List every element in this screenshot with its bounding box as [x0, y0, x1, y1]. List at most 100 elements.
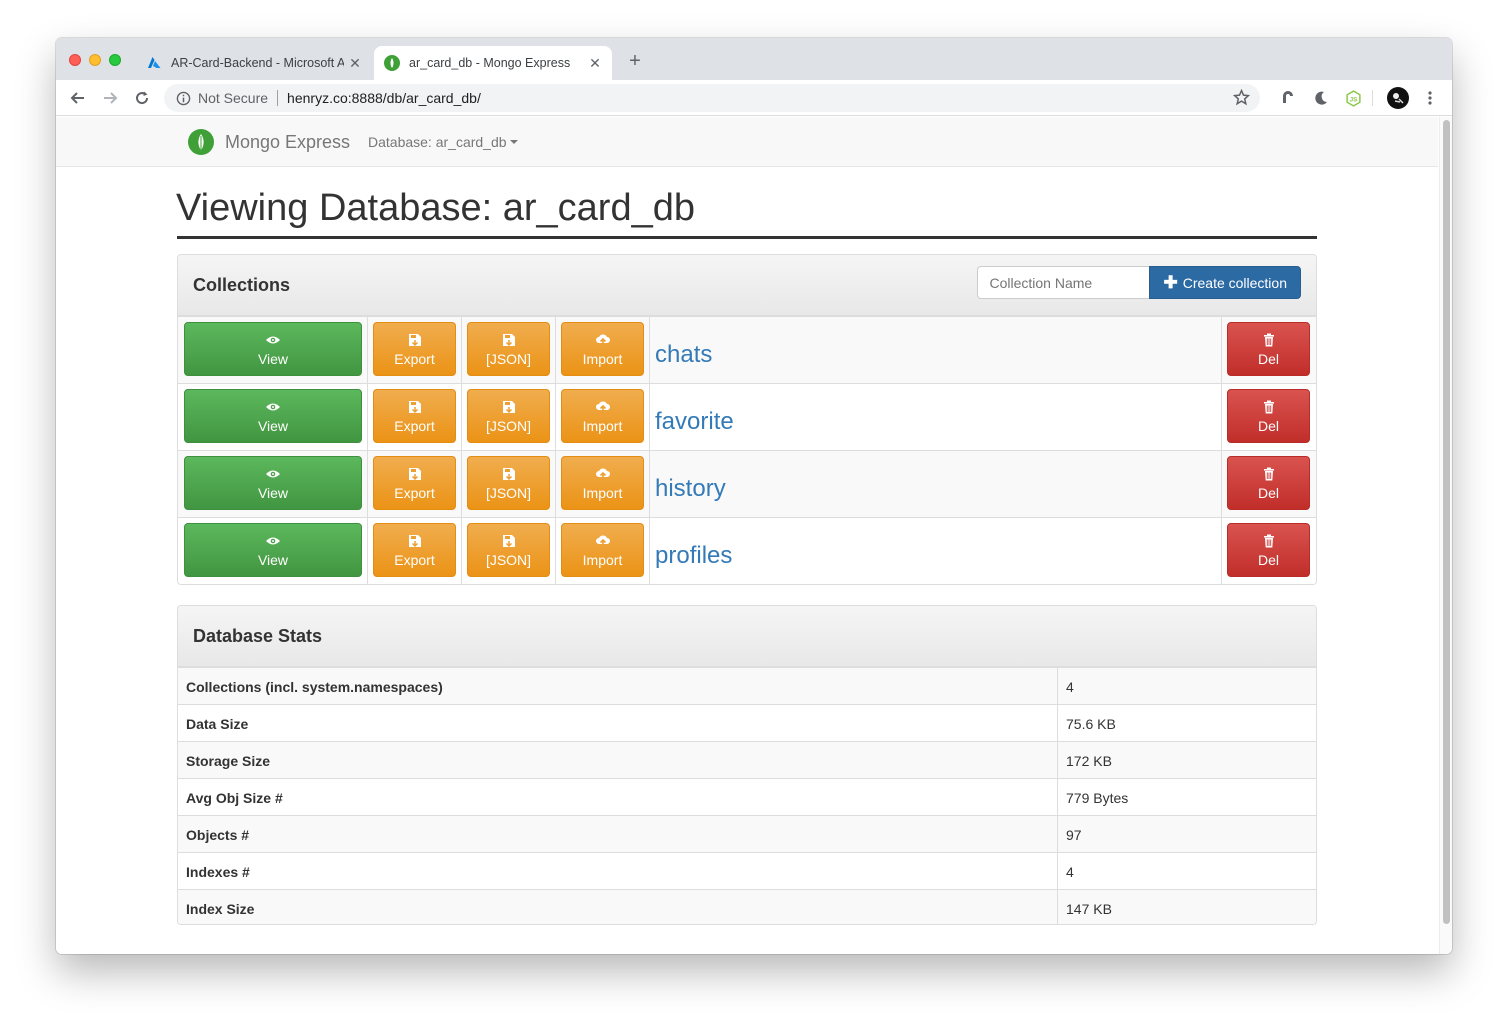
cell-divider — [649, 384, 650, 451]
tab-close-icon[interactable]: ✕ — [344, 55, 366, 72]
delete-button[interactable]: Del — [1227, 523, 1310, 577]
cell-divider — [1057, 779, 1058, 816]
view-button[interactable]: View — [184, 322, 362, 376]
json-label: [JSON] — [485, 350, 532, 367]
menu-kebab-icon[interactable] — [1420, 88, 1440, 108]
export-json-button[interactable]: [JSON] — [467, 322, 550, 376]
stat-label: Indexes # — [186, 864, 250, 880]
view-button[interactable]: View — [184, 389, 362, 443]
tab-azure[interactable]: AR-Card-Backend - Microsoft Azure ✕ — [136, 46, 372, 80]
stat-value: 4 — [1066, 864, 1074, 880]
collection-row: View Export [JSON] Import chats Del — [178, 316, 1316, 384]
view-button[interactable]: View — [184, 523, 362, 577]
azure-icon — [148, 57, 161, 68]
export-label: Export — [394, 417, 435, 434]
import-button[interactable]: Import — [561, 456, 644, 510]
import-button[interactable]: Import — [561, 389, 644, 443]
forward-button[interactable] — [98, 86, 122, 110]
cell-divider — [555, 317, 556, 384]
export-json-button[interactable]: [JSON] — [467, 456, 550, 510]
close-window-button[interactable] — [69, 54, 81, 66]
browser-toolbar: Not Secure henryz.co:8888/db/ar_card_db/… — [56, 80, 1452, 116]
export-button[interactable]: Export — [373, 322, 456, 376]
cell-divider — [461, 451, 462, 518]
stats-row: Storage Size 172 KB — [178, 741, 1316, 779]
json-label: [JSON] — [485, 417, 532, 434]
scrollbar-thumb[interactable] — [1443, 120, 1450, 924]
cell-divider — [461, 384, 462, 451]
eye-icon — [265, 533, 281, 549]
new-tab-button[interactable]: + — [624, 50, 646, 72]
reload-button[interactable] — [130, 86, 154, 110]
collection-link[interactable]: history — [655, 475, 726, 503]
create-collection-form: ✚ Create collection — [977, 266, 1301, 299]
bookmark-star-icon[interactable] — [1232, 88, 1251, 109]
cell-divider — [461, 518, 462, 584]
trash-icon — [1263, 533, 1275, 549]
url-text[interactable]: henryz.co:8888/db/ar_card_db/ — [287, 90, 481, 106]
cloud-upload-icon — [595, 466, 611, 482]
cell-divider — [367, 317, 368, 384]
cell-divider — [367, 384, 368, 451]
tab-mongo-express[interactable]: ar_card_db - Mongo Express ✕ — [374, 46, 612, 80]
cell-divider — [1057, 705, 1058, 742]
collections-heading: Collections — [193, 275, 291, 295]
caret-down-icon — [509, 140, 518, 144]
security-status: Not Secure — [198, 90, 269, 106]
export-button[interactable]: Export — [373, 389, 456, 443]
tab-close-icon[interactable]: ✕ — [584, 55, 606, 72]
collection-link[interactable]: favorite — [655, 408, 734, 436]
address-bar[interactable]: Not Secure henryz.co:8888/db/ar_card_db/ — [164, 84, 1260, 112]
export-json-button[interactable]: [JSON] — [467, 523, 550, 577]
stat-label: Collections (incl. system.namespaces) — [186, 679, 443, 695]
collection-name-input[interactable] — [977, 266, 1150, 299]
delete-button[interactable]: Del — [1227, 456, 1310, 510]
tab-title: AR-Card-Backend - Microsoft Azure — [171, 56, 344, 70]
minimize-window-button[interactable] — [89, 54, 101, 66]
cell-divider — [1057, 668, 1058, 705]
stat-value: 75.6 KB — [1066, 716, 1116, 732]
cell-divider — [1057, 853, 1058, 890]
profile-avatar[interactable] — [1387, 87, 1409, 109]
view-button[interactable]: View — [184, 456, 362, 510]
database-dropdown[interactable]: Database: ar_card_db — [368, 134, 518, 150]
back-button[interactable] — [66, 86, 90, 110]
arrow-left-icon — [70, 92, 84, 104]
delete-label: Del — [1257, 551, 1279, 568]
page-scrollbar[interactable] — [1439, 117, 1452, 954]
cell-divider — [1057, 742, 1058, 779]
export-json-button[interactable]: [JSON] — [467, 389, 550, 443]
import-button[interactable]: Import — [561, 523, 644, 577]
trash-icon — [1263, 399, 1275, 415]
collection-link[interactable]: profiles — [655, 542, 732, 570]
brand-name: Mongo Express — [225, 131, 351, 152]
extension-icon[interactable] — [1278, 88, 1298, 108]
nodejs-icon[interactable]: JS — [1343, 88, 1363, 108]
export-button[interactable]: Export — [373, 456, 456, 510]
floppy-export-icon — [408, 332, 422, 348]
browser-window: AR-Card-Backend - Microsoft Azure ✕ ar_c… — [56, 38, 1452, 954]
eye-icon — [265, 332, 281, 348]
dark-mode-moon-icon[interactable] — [1311, 88, 1331, 108]
stats-panel-heading: Database Stats — [178, 606, 1316, 667]
stat-value: 147 KB — [1066, 901, 1112, 917]
export-label: Export — [394, 484, 435, 501]
view-label: View — [257, 484, 289, 501]
floppy-export-icon — [408, 466, 422, 482]
top-navbar: Mongo Express Database: ar_card_db — [56, 117, 1438, 167]
stat-label: Data Size — [186, 716, 249, 732]
collection-link[interactable]: chats — [655, 341, 712, 369]
brand-link[interactable]: Mongo Express — [188, 129, 350, 155]
cell-divider — [555, 384, 556, 451]
info-icon[interactable] — [175, 90, 191, 106]
delete-button[interactable]: Del — [1227, 322, 1310, 376]
create-collection-button[interactable]: ✚ Create collection — [1149, 266, 1301, 299]
cell-divider — [1221, 518, 1222, 584]
maximize-window-button[interactable] — [109, 54, 121, 66]
floppy-export-icon — [408, 533, 422, 549]
floppy-export-icon — [502, 332, 516, 348]
title-divider — [177, 236, 1317, 239]
export-button[interactable]: Export — [373, 523, 456, 577]
delete-button[interactable]: Del — [1227, 389, 1310, 443]
import-button[interactable]: Import — [561, 322, 644, 376]
